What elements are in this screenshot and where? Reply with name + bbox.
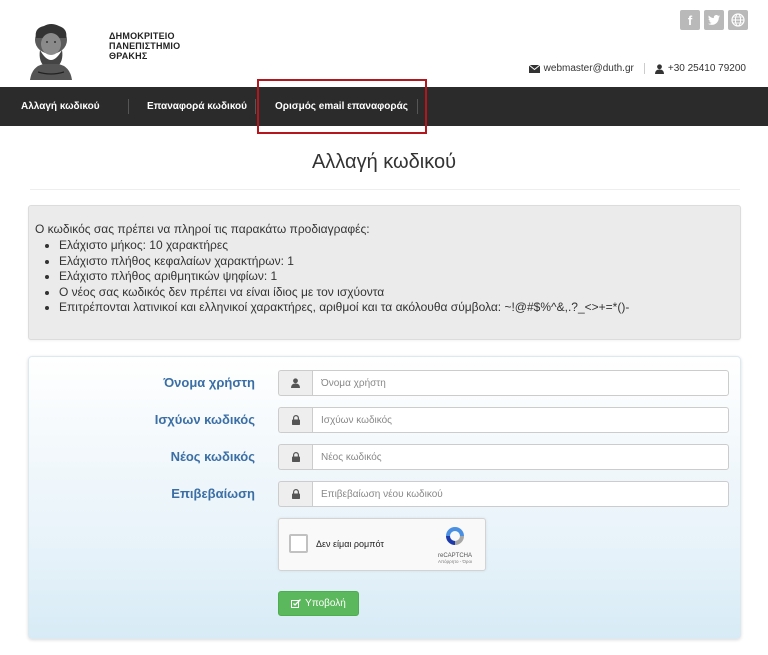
lock-icon	[278, 407, 312, 433]
contact-info: webmaster@duth.gr +30 25410 79200	[528, 63, 746, 74]
current-password-row: Ισχύων κωδικός	[29, 407, 742, 433]
facebook-icon[interactable]: f	[680, 10, 700, 30]
twitter-icon[interactable]	[704, 10, 724, 30]
recaptcha-logo-icon	[446, 527, 464, 545]
username-label: Όνομα χρήστη	[163, 375, 255, 390]
new-password-row: Νέος κωδικός	[29, 444, 742, 470]
confirm-password-input[interactable]	[312, 481, 729, 507]
new-password-label: Νέος κωδικός	[170, 449, 255, 464]
title-divider	[30, 189, 740, 190]
university-name-line: ΘΡΑΚΗΣ	[109, 51, 148, 61]
democritus-logo[interactable]	[26, 22, 76, 80]
requirements-list: Ελάχιστο μήκος: 10 χαρακτήρες Ελάχιστο π…	[59, 238, 629, 316]
university-name-line: ΠΑΝΕΠΙΣΤΗΜΙΟ	[109, 41, 181, 51]
nav-divider	[128, 99, 129, 114]
recaptcha-label: Δεν είμαι ρομπότ	[316, 539, 384, 549]
page-title: Αλλαγή κωδικού	[311, 151, 457, 173]
requirement-item: Ο νέος σας κωδικός δεν πρέπει να είναι ί…	[59, 285, 629, 301]
username-row: Όνομα χρήστη	[29, 370, 742, 396]
contact-separator	[643, 63, 645, 74]
requirement-item: Ελάχιστο πλήθος αριθμητικών ψηφίων: 1	[59, 269, 629, 285]
contact-email[interactable]: webmaster@duth.gr	[544, 63, 634, 74]
password-requirements: Ο κωδικός σας πρέπει να πληροί τις παρακ…	[28, 205, 741, 340]
change-password-form: Όνομα χρήστη Ισχύων κωδικός Νέος κωδικός…	[28, 356, 741, 639]
requirement-item: Ελάχιστο πλήθος κεφαλαίων χαρακτήρων: 1	[59, 254, 629, 270]
university-name[interactable]: ΔΗΜΟΚΡΙΤΕΙΟ ΠΑΝΕΠΙΣΤΗΜΙΟ ΘΡΑΚΗΣ	[109, 31, 180, 61]
nav-divider	[255, 99, 256, 114]
confirm-password-input-group	[278, 481, 729, 507]
social-links: f	[680, 10, 748, 30]
lock-icon	[278, 481, 312, 507]
recaptcha-widget: Δεν είμαι ρομπότ reCAPTCHA Απόρρητο - Όρ…	[278, 518, 486, 571]
requirement-item: Ελάχιστο μήκος: 10 χαρακτήρες	[59, 238, 629, 254]
current-password-input-group	[278, 407, 729, 433]
edit-check-icon	[291, 599, 302, 608]
confirm-password-row: Επιβεβαίωση	[29, 481, 742, 507]
username-input-group	[278, 370, 729, 396]
requirement-item: Επιτρέπονται λατινικοί και ελληνικοί χαρ…	[59, 300, 629, 316]
recaptcha-checkbox[interactable]	[289, 534, 308, 553]
recaptcha-branding: reCAPTCHA Απόρρητο - Όροι	[429, 525, 481, 564]
globe-shape-icon	[731, 13, 745, 27]
envelope-icon	[528, 64, 540, 73]
requirements-intro: Ο κωδικός σας πρέπει να πληροί τις παρακ…	[35, 222, 370, 236]
nav-reset-password[interactable]: Επαναφορά κωδικού	[147, 87, 247, 126]
submit-label: Υποβολή	[305, 598, 346, 609]
confirm-password-label: Επιβεβαίωση	[171, 486, 255, 501]
username-input[interactable]	[312, 370, 729, 396]
new-password-input[interactable]	[312, 444, 729, 470]
current-password-label: Ισχύων κωδικός	[154, 412, 255, 427]
highlight-annotation	[257, 79, 427, 134]
submit-button[interactable]: Υποβολή	[278, 591, 359, 616]
university-name-line: ΔΗΜΟΚΡΙΤΕΙΟ	[109, 31, 175, 41]
twitter-bird-icon	[708, 15, 720, 25]
nav-change-password[interactable]: Αλλαγή κωδικού	[21, 87, 100, 126]
user-icon	[654, 63, 664, 74]
current-password-input[interactable]	[312, 407, 729, 433]
contact-phone: +30 25410 79200	[667, 63, 746, 74]
new-password-input-group	[278, 444, 729, 470]
user-icon	[278, 370, 312, 396]
recaptcha-terms[interactable]: Απόρρητο - Όροι	[429, 559, 481, 564]
globe-icon[interactable]	[728, 10, 748, 30]
lock-icon	[278, 444, 312, 470]
site-header: ΔΗΜΟΚΡΙΤΕΙΟ ΠΑΝΕΠΙΣΤΗΜΙΟ ΘΡΑΚΗΣ f webmas…	[0, 0, 768, 86]
